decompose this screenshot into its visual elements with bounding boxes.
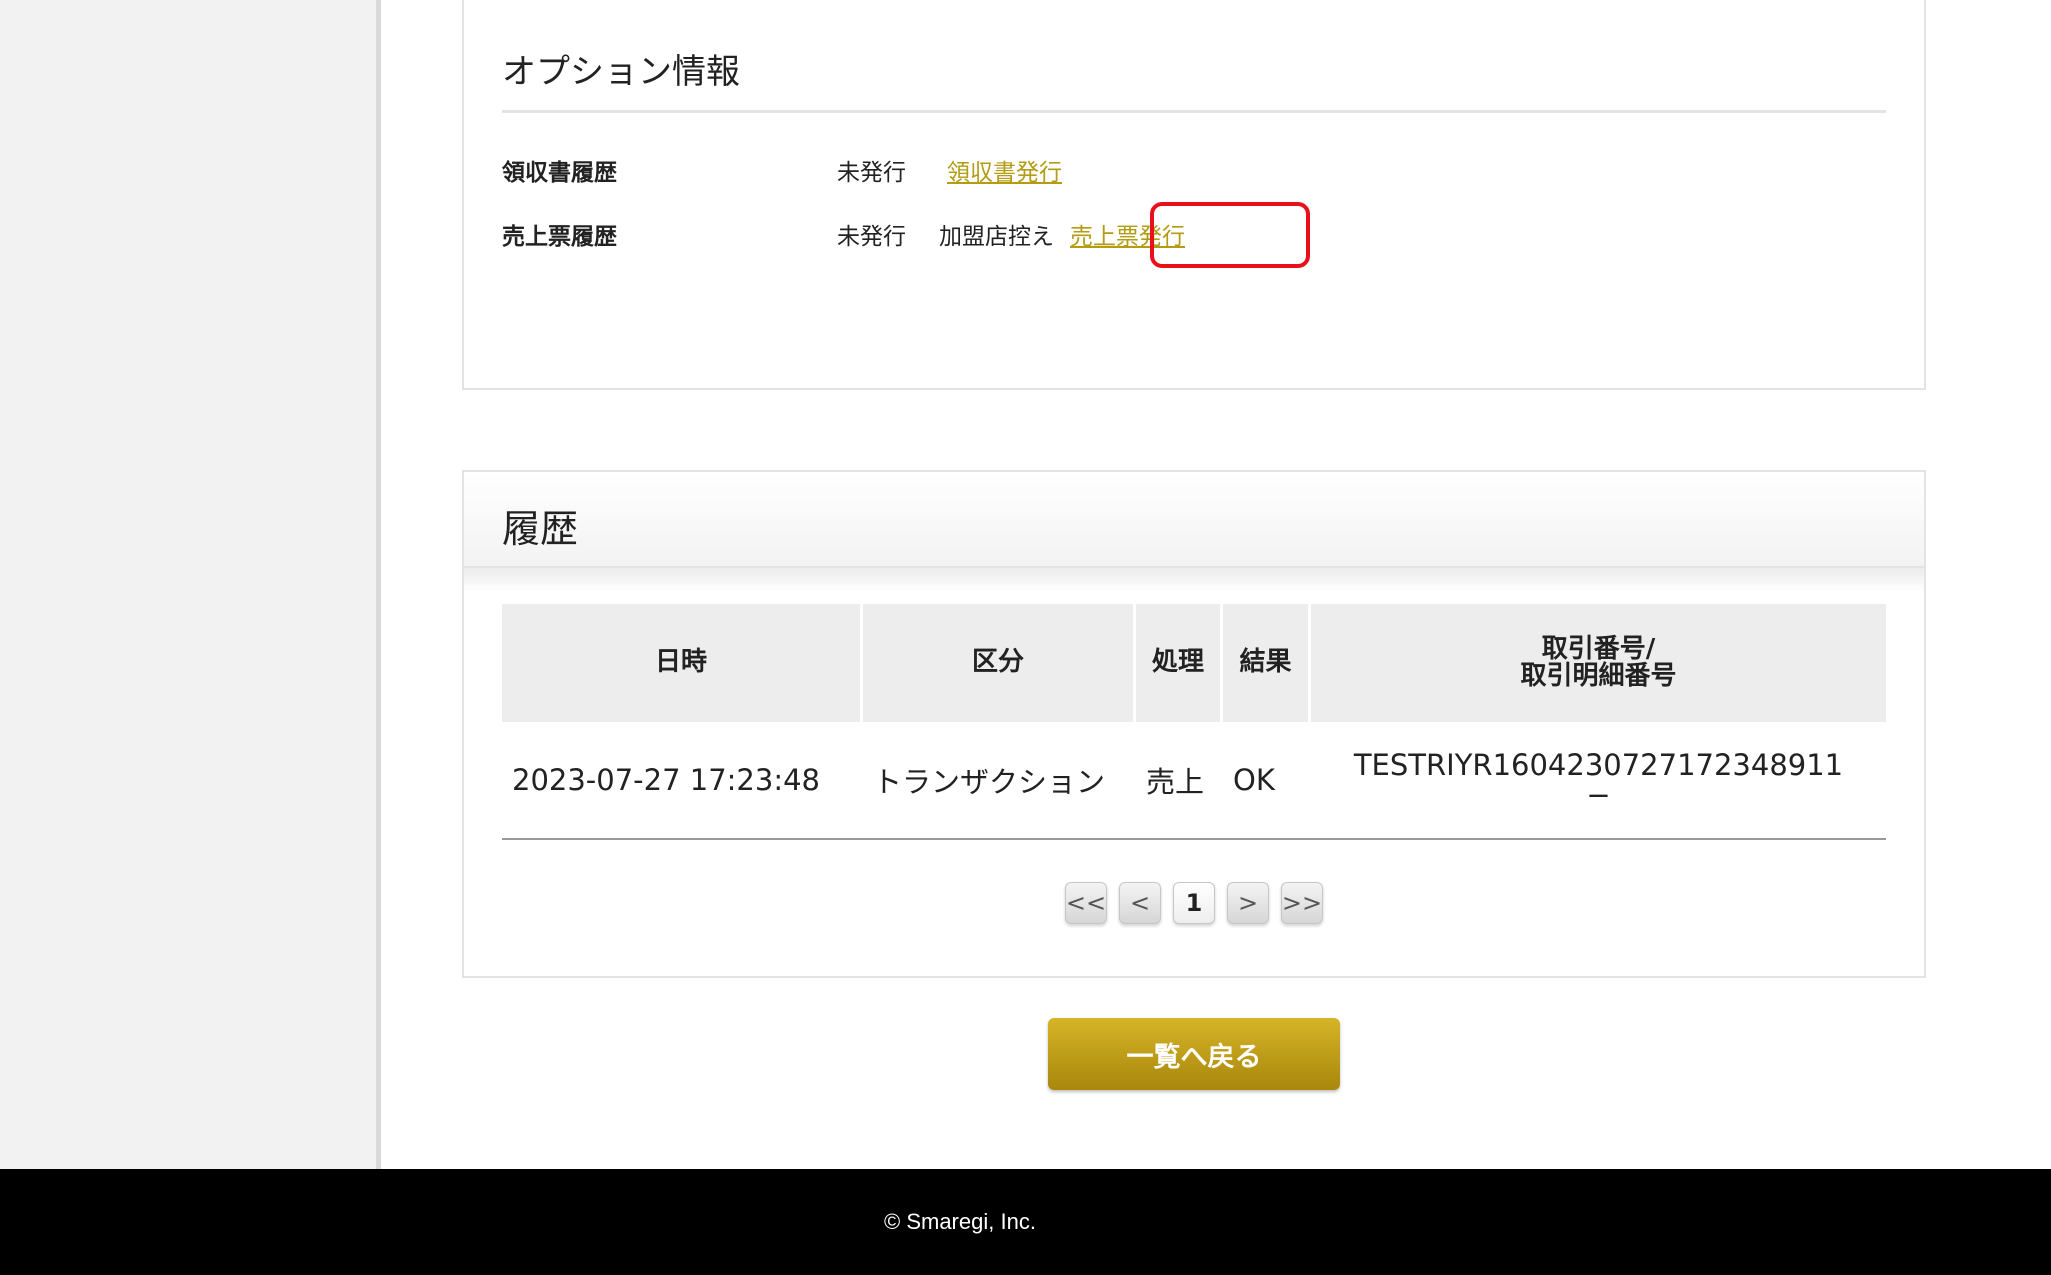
copyright-text: © Smaregi, Inc. — [884, 1209, 1036, 1234]
history-title: 履歴 — [502, 507, 579, 551]
receipt-history-label: 領収書履歴 — [502, 160, 617, 186]
next-page-button[interactable]: > — [1227, 882, 1269, 924]
sales-slip-status: 未発行 — [837, 224, 906, 250]
cell-result: OK — [1223, 722, 1311, 840]
sales-slip-history-row: 売上票履歴 未発行 加盟店控え 売上票発行 — [502, 214, 1185, 254]
cell-datetime: 2023-07-27 17:23:48 — [502, 722, 863, 840]
history-panel: 履歴 日時 区分 処理 結果 取引番号/ 取引明細番号 2023-07-27 1… — [462, 470, 1926, 978]
col-category: 区分 — [863, 604, 1136, 722]
receipt-history-row: 領収書履歴 未発行 領収書発行 — [502, 150, 1062, 190]
merchant-copy-label: 加盟店控え — [939, 224, 1054, 250]
history-header-shadow — [464, 568, 1924, 592]
col-transaction-number: 取引番号/ 取引明細番号 — [1311, 604, 1886, 722]
back-to-list-button[interactable]: 一覧へ戻る — [1048, 1018, 1340, 1090]
left-sidebar — [0, 0, 381, 1169]
main-content: オプション情報 領収書履歴 未発行 領収書発行 売上票履歴 未発行 加盟店控え … — [386, 0, 2051, 1169]
first-page-button[interactable]: << — [1065, 882, 1107, 924]
cell-process: 売上 — [1136, 722, 1223, 840]
page-1-button[interactable]: 1 — [1173, 882, 1215, 924]
col-result: 結果 — [1223, 604, 1311, 722]
receipt-status: 未発行 — [837, 160, 906, 186]
options-divider — [502, 110, 1886, 113]
cell-category: トランザクション — [863, 722, 1136, 840]
footer: © Smaregi, Inc. — [0, 1169, 2051, 1275]
last-page-button[interactable]: >> — [1281, 882, 1323, 924]
col-process: 処理 — [1136, 604, 1223, 722]
options-title: オプション情報 — [502, 52, 740, 92]
table-row: 2023-07-27 17:23:48 トランザクション 売上 OK TESTR… — [502, 722, 1886, 840]
history-table-header: 日時 区分 処理 結果 取引番号/ 取引明細番号 — [502, 604, 1886, 722]
sales-slip-history-label: 売上票履歴 — [502, 224, 617, 250]
history-table: 日時 区分 処理 結果 取引番号/ 取引明細番号 2023-07-27 17:2… — [502, 604, 1886, 840]
transaction-number: TESTRIYR1604230727172348911 — [1353, 747, 1844, 782]
history-header: 履歴 — [464, 472, 1924, 568]
pagination: << < 1 > >> — [464, 882, 1924, 924]
col-datetime: 日時 — [502, 604, 863, 722]
transaction-detail-number: − — [1586, 778, 1611, 812]
options-panel: オプション情報 領収書履歴 未発行 領収書発行 売上票履歴 未発行 加盟店控え … — [462, 0, 1926, 390]
sales-slip-link-highlight — [1150, 202, 1310, 268]
cell-transaction-number: TESTRIYR1604230727172348911 − — [1311, 722, 1886, 840]
issue-receipt-link[interactable]: 領収書発行 — [947, 153, 1062, 187]
prev-page-button[interactable]: < — [1119, 882, 1161, 924]
